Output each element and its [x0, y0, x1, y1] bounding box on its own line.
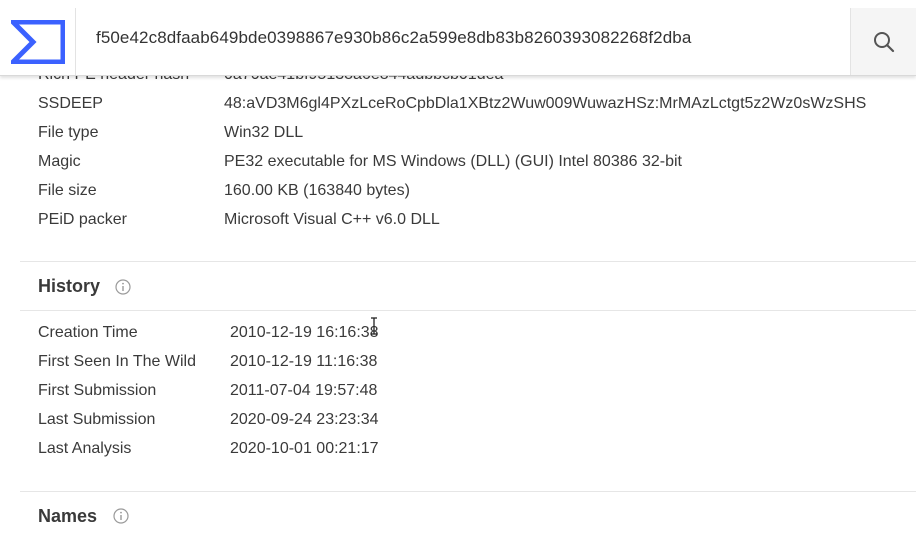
- detail-value: 48:aVD3M6gl4PXzLceRoCpbDla1XBtz2Wuw009Wu…: [224, 95, 867, 112]
- history-row: First Seen In The Wild 2010-12-19 11:16:…: [0, 353, 916, 382]
- history-value: 2010-12-19 11:16:38: [230, 353, 378, 370]
- history-row: First Submission 2011-07-04 19:57:48: [0, 382, 916, 411]
- detail-value: 160.00 KB (163840 bytes): [224, 182, 410, 199]
- search-button[interactable]: [850, 8, 916, 75]
- section-divider: [20, 261, 916, 262]
- logo-button[interactable]: [0, 8, 76, 75]
- names-section-title: Names: [38, 506, 98, 526]
- info-icon[interactable]: [115, 279, 131, 295]
- search-input[interactable]: f50e42c8dfaab649bde0398867e930b86c2a599e…: [96, 28, 691, 48]
- detail-value: Win32 DLL: [224, 124, 304, 141]
- virustotal-logo-icon: [10, 19, 65, 64]
- history-row: Last Submission 2020-09-24 23:23:34: [0, 411, 916, 440]
- search-icon: [874, 31, 895, 52]
- detail-row: PEiD packer Microsoft Visual C++ v6.0 DL…: [0, 211, 916, 240]
- text-cursor-icon: [371, 317, 377, 335]
- detail-row: Magic PE32 executable for MS Windows (DL…: [0, 153, 916, 182]
- history-label: First Submission: [38, 382, 157, 399]
- history-value: 2010-12-19 16:16:38: [230, 324, 379, 341]
- history-label: Last Analysis: [38, 440, 132, 457]
- history-value: 2011-07-04 19:57:48: [230, 382, 378, 399]
- detail-row: SSDEEP 48:aVD3M6gl4PXzLceRoCpbDla1XBtz2W…: [0, 95, 916, 124]
- detail-value: Microsoft Visual C++ v6.0 DLL: [224, 211, 440, 228]
- history-label: Last Submission: [38, 411, 156, 428]
- section-divider: [20, 310, 916, 311]
- detail-label: File type: [38, 124, 99, 141]
- detail-label: PEiD packer: [38, 211, 127, 228]
- detail-value: PE32 executable for MS Windows (DLL) (GU…: [224, 153, 682, 170]
- detail-label: File size: [38, 182, 97, 199]
- history-value: 2020-09-24 23:23:34: [230, 411, 379, 428]
- detail-row: File type Win32 DLL: [0, 124, 916, 153]
- top-search-bar: f50e42c8dfaab649bde0398867e930b86c2a599e…: [0, 0, 916, 76]
- history-label: First Seen In The Wild: [38, 353, 196, 370]
- history-row: Last Analysis 2020-10-01 00:21:17: [0, 440, 916, 469]
- history-label: Creation Time: [38, 324, 138, 341]
- history-row: Creation Time 2010-12-19 16:16:38: [0, 324, 916, 353]
- info-icon[interactable]: [113, 508, 129, 524]
- section-divider: [20, 491, 916, 492]
- detail-label: Magic: [38, 153, 81, 170]
- history-value: 2020-10-01 00:21:17: [230, 440, 379, 457]
- detail-row: File size 160.00 KB (163840 bytes): [0, 182, 916, 211]
- history-section-title: History: [38, 276, 101, 296]
- detail-label: SSDEEP: [38, 95, 103, 112]
